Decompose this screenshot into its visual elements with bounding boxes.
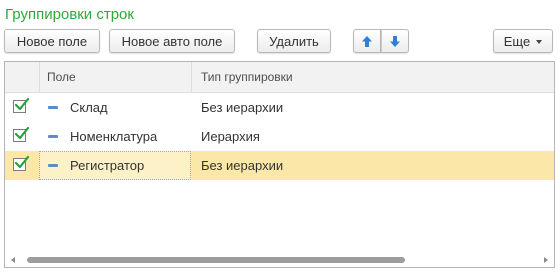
more-label: Еще: [503, 33, 531, 49]
field-cell[interactable]: Номенклатура: [70, 122, 157, 151]
use-checkbox[interactable]: [13, 126, 29, 142]
form-title: Группировки строк: [5, 6, 134, 23]
field-cell[interactable]: Регистратор: [70, 151, 144, 180]
column-header-grouping-type[interactable]: Тип группировки: [201, 62, 293, 92]
checkmark-icon: [14, 97, 29, 111]
grouping-type-cell[interactable]: Без иерархии: [201, 151, 283, 180]
use-checkbox[interactable]: [13, 155, 29, 171]
arrow-down-icon: [390, 35, 400, 47]
delete-button[interactable]: Удалить: [257, 29, 331, 53]
checkmark-icon: [14, 155, 29, 169]
grouping-type-cell[interactable]: Без иерархии: [201, 93, 283, 122]
scrollbar-thumb[interactable]: [27, 257, 405, 263]
field-cell[interactable]: Склад: [70, 93, 108, 122]
field-icon: [48, 135, 58, 138]
column-divider: [39, 62, 40, 92]
table-row[interactable]: Номенклатура Иерархия: [5, 122, 554, 151]
column-divider: [191, 62, 192, 92]
scroll-right-icon[interactable]: [544, 257, 548, 263]
use-checkbox[interactable]: [13, 97, 29, 113]
field-icon: [48, 106, 58, 109]
checkmark-icon: [14, 126, 29, 140]
grouping-type-cell[interactable]: Иерархия: [201, 122, 260, 151]
arrow-up-icon: [362, 35, 372, 47]
row-groupings-form: Группировки строк Новое поле Новое авто …: [0, 0, 560, 272]
horizontal-scrollbar[interactable]: [5, 253, 554, 267]
table-row[interactable]: Склад Без иерархии: [5, 93, 554, 122]
new-auto-field-button[interactable]: Новое авто поле: [109, 29, 235, 53]
column-header-field[interactable]: Поле: [47, 62, 76, 92]
table-header: Поле Тип группировки: [5, 62, 554, 93]
field-icon: [48, 164, 58, 167]
move-up-button[interactable]: [353, 29, 381, 53]
new-field-button[interactable]: Новое поле: [4, 29, 100, 53]
scroll-left-icon[interactable]: [11, 257, 15, 263]
table-row-selected[interactable]: Регистратор Без иерархии: [5, 151, 554, 180]
more-menu-button[interactable]: Еще: [493, 29, 553, 53]
move-down-button[interactable]: [381, 29, 409, 53]
groupings-table[interactable]: Поле Тип группировки Склад Без иерархии: [4, 61, 555, 268]
chevron-down-icon: [536, 39, 543, 44]
